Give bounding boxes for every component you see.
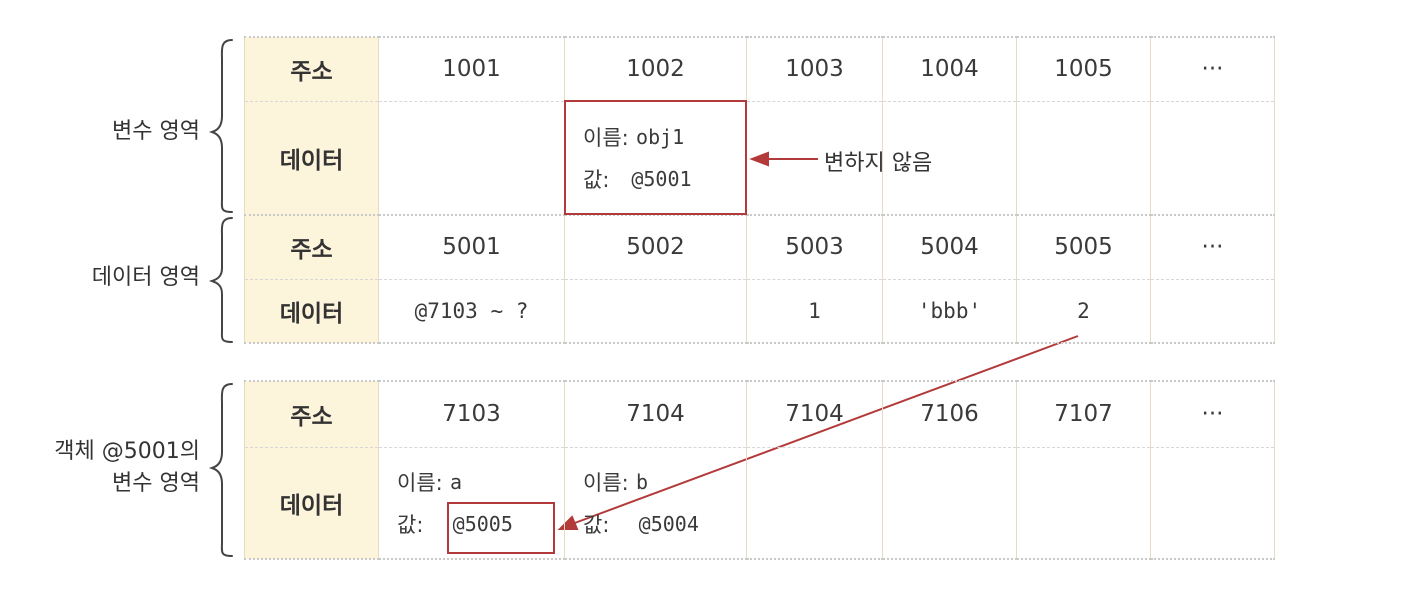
highlight-value-5005-box [447,502,555,554]
data-cell: @7103 ~ ? [378,278,565,344]
data-cell [1016,446,1151,560]
object-area-table: 주소 7103 7104 7104 7106 7107 ··· 데이터 이름: … [244,380,1275,560]
data-header: 데이터 [244,100,379,216]
address-cell: 7104 [564,380,747,448]
value-value: @5004 [638,511,699,536]
highlight-obj1-box [564,100,747,215]
address-cell: 7104 [746,380,883,448]
address-header: 주소 [244,380,379,448]
data-cell [564,278,747,344]
data-header: 데이터 [244,446,379,560]
data-cell: 2 [1016,278,1151,344]
address-row: 주소 7103 7104 7104 7106 7107 ··· [244,380,1275,448]
data-header: 데이터 [244,278,379,344]
brace-variable-area [208,39,233,213]
address-header: 주소 [244,36,379,102]
address-cell: 7106 [882,380,1017,448]
address-row: 주소 1001 1002 1003 1004 1005 ··· [244,36,1275,102]
data-row: 데이터 @7103 ~ ? 1 'bbb' 2 [244,278,1275,344]
address-row: 주소 5001 5002 5003 5004 5005 ··· [244,214,1275,280]
data-area-table: 주소 5001 5002 5003 5004 5005 ··· 데이터 @710… [244,214,1275,344]
data-cell [746,446,883,560]
address-cell: 1002 [564,36,747,102]
variable-area-table: 주소 1001 1002 1003 1004 1005 ··· 데이터 이름: … [244,36,1275,216]
address-cell: 5004 [882,214,1017,280]
address-cell: 7103 [378,380,565,448]
address-cell: 1003 [746,36,883,102]
data-cell [1016,100,1151,216]
data-cell [378,100,565,216]
data-cell [1150,278,1275,344]
data-cell: 1 [746,278,883,344]
data-row: 데이터 이름: obj1 값: @5001 [244,100,1275,216]
address-ellipsis: ··· [1150,36,1275,102]
address-cell: 7107 [1016,380,1151,448]
name-label: 이름: [397,470,443,495]
address-ellipsis: ··· [1150,214,1275,280]
value-label: 값: [583,512,610,537]
address-header: 주소 [244,214,379,280]
data-cell [882,446,1017,560]
data-cell [1150,446,1275,560]
name-label: 이름: [583,470,629,495]
address-cell: 5001 [378,214,565,280]
unchanged-note: 변하지 않음 [824,151,933,176]
data-cell: 'bbb' [882,278,1017,344]
brace-object-area [208,383,233,557]
value-label: 값: [397,512,424,537]
name-value: b [636,469,649,494]
address-cell: 1005 [1016,36,1151,102]
address-cell: 5003 [746,214,883,280]
address-cell: 1001 [378,36,565,102]
address-cell: 5005 [1016,214,1151,280]
name-value: a [450,469,463,494]
data-cell-b: 이름: b 값: @5004 [564,446,747,560]
address-cell: 5002 [564,214,747,280]
data-cell [1150,100,1275,216]
data-row: 데이터 이름: a 값: @5005 이름: b 값: @5004 [244,446,1275,560]
address-cell: 1004 [882,36,1017,102]
brace-data-area [208,217,233,343]
address-ellipsis: ··· [1150,380,1275,448]
